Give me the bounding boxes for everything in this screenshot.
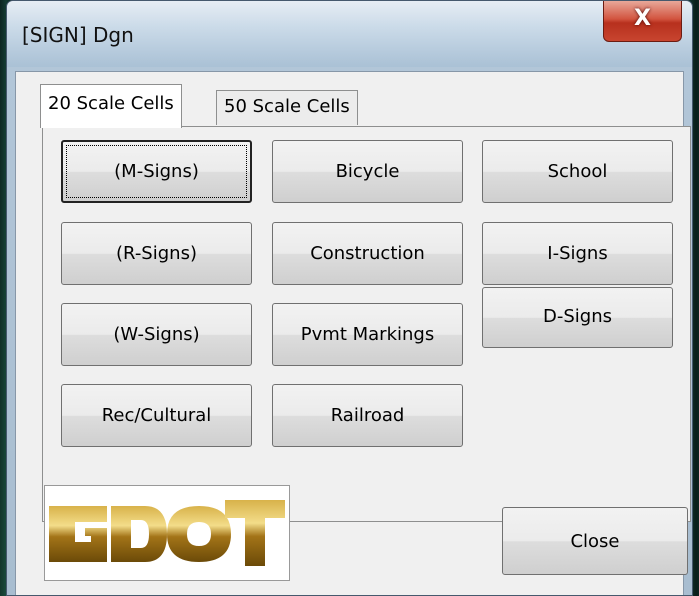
w-signs-button[interactable]: (W-Signs) <box>61 303 252 366</box>
rec-cultural-button[interactable]: Rec/Cultural <box>61 384 252 447</box>
dialog-window: [SIGN] Dgn X 20 Scale Cells 50 Scale Cel… <box>6 0 693 596</box>
tab-20-scale-cells[interactable]: 20 Scale Cells <box>40 84 182 128</box>
railroad-button[interactable]: Railroad <box>272 384 463 447</box>
pvmt-markings-button[interactable]: Pvmt Markings <box>272 303 463 366</box>
i-signs-button[interactable]: I-Signs <box>482 222 673 285</box>
window-close-button[interactable]: X <box>603 1 682 42</box>
school-button[interactable]: School <box>482 140 673 203</box>
construction-button[interactable]: Construction <box>272 222 463 285</box>
close-button[interactable]: Close <box>502 507 688 575</box>
gdot-logo <box>44 485 290 581</box>
r-signs-button[interactable]: (R-Signs) <box>61 222 252 285</box>
bicycle-button[interactable]: Bicycle <box>272 140 463 203</box>
d-signs-button[interactable]: D-Signs <box>482 287 673 348</box>
dialog-client-area: 20 Scale Cells 50 Scale Cells (M-Signs) … <box>15 71 691 595</box>
tab-50-scale-cells[interactable]: 50 Scale Cells <box>216 90 358 125</box>
focus-rectangle <box>66 145 247 198</box>
m-signs-button[interactable]: (M-Signs) <box>61 140 252 203</box>
gdot-logo-graphic <box>49 500 285 566</box>
title-bar[interactable]: [SIGN] Dgn <box>7 1 692 67</box>
window-title: [SIGN] Dgn <box>22 23 134 47</box>
